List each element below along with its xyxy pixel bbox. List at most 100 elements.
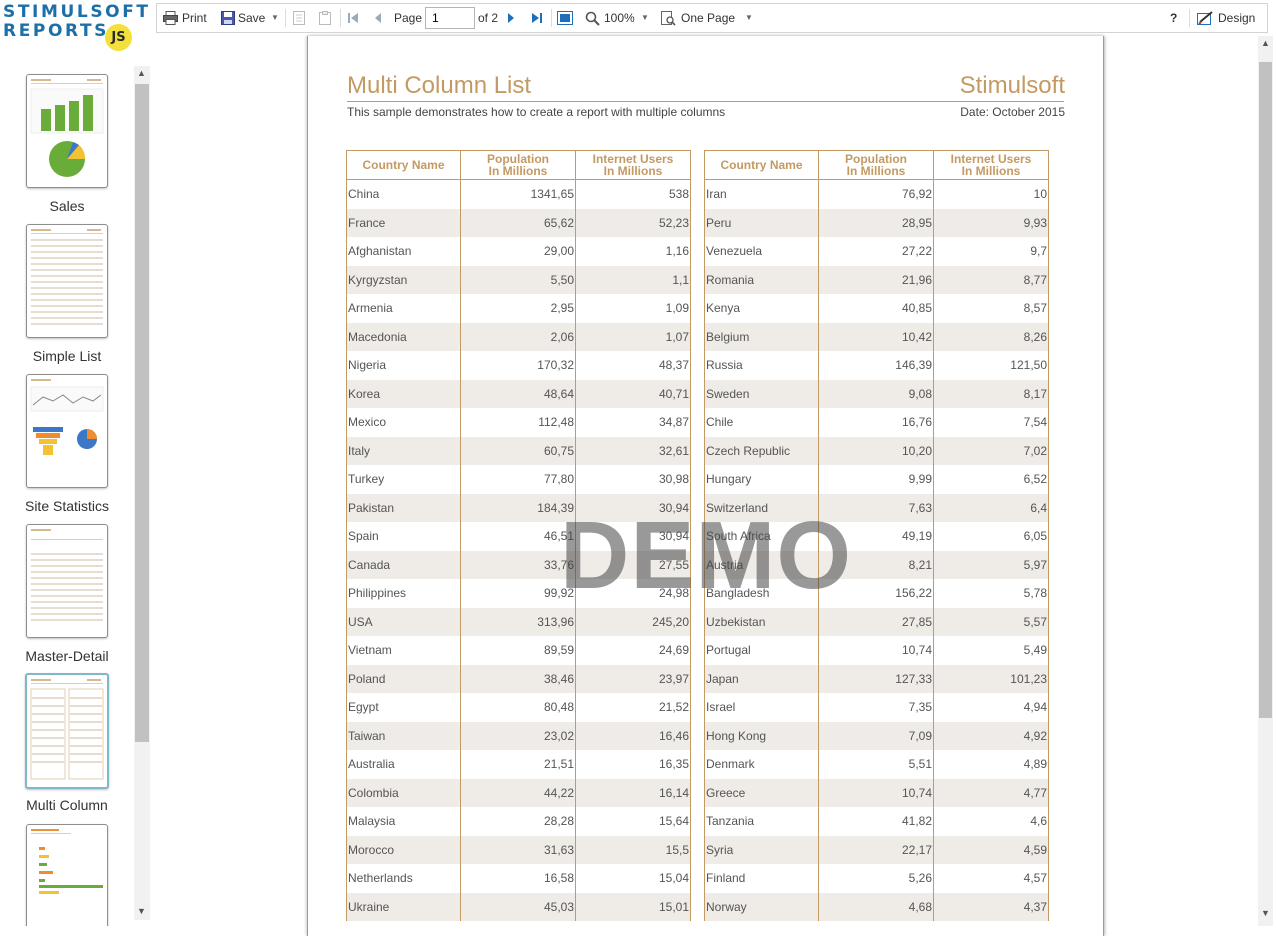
scroll-up-icon[interactable]: ▲ — [137, 68, 146, 78]
first-page-icon — [348, 13, 358, 23]
table-row: Hong Kong 7,09 4,92 — [704, 721, 1049, 750]
sidebar-item-label: Sales — [49, 198, 85, 214]
internet-users-cell: 16,35 — [575, 750, 691, 779]
page-number-input[interactable] — [425, 7, 475, 29]
print-button[interactable]: Print — [163, 4, 211, 32]
report-scrollbar[interactable]: ▲ ▼ — [1258, 36, 1273, 926]
internet-users-cell: 4,6 — [933, 807, 1049, 836]
internet-users-cell: 6,05 — [933, 522, 1049, 551]
table-row: Italy 60,75 32,61 — [346, 436, 691, 465]
country-cell: Macedonia — [346, 322, 461, 351]
internet-users-cell: 5,78 — [933, 579, 1049, 608]
country-cell: USA — [346, 607, 461, 636]
report-scrollbar-thumb[interactable] — [1259, 62, 1272, 718]
population-cell: 40,85 — [818, 294, 934, 323]
internet-users-cell: 27,55 — [575, 550, 691, 579]
population-cell: 28,28 — [460, 807, 576, 836]
table-row: Korea 48,64 40,71 — [346, 379, 691, 408]
country-cell: Russia — [704, 351, 819, 380]
site-statistics-thumbnail-icon — [26, 374, 108, 488]
scroll-up-icon[interactable]: ▲ — [1261, 38, 1270, 48]
population-cell: 38,46 — [460, 664, 576, 693]
bookmarks-button[interactable] — [319, 4, 335, 32]
population-cell: 2,06 — [460, 322, 576, 351]
population-cell: 76,92 — [818, 179, 934, 209]
scroll-down-icon[interactable]: ▼ — [137, 906, 146, 916]
page-count: of 2 — [478, 11, 499, 25]
table-row: China 1341,65 538 — [346, 179, 691, 209]
master-detail-thumbnail-icon — [26, 524, 108, 638]
column-header-population: Population In Millions — [460, 150, 576, 180]
population-cell: 7,09 — [818, 721, 934, 750]
zoom-button[interactable]: 100% ▼ — [585, 4, 649, 32]
table-row: Tanzania 41,82 4,6 — [704, 807, 1049, 836]
save-button[interactable]: Save ▼ — [221, 4, 281, 32]
internet-users-cell: 7,54 — [933, 408, 1049, 437]
table-row: Peru 28,95 9,93 — [704, 208, 1049, 237]
internet-users-cell: 8,26 — [933, 322, 1049, 351]
table-row: Colombia 44,22 16,14 — [346, 778, 691, 807]
scroll-down-icon[interactable]: ▼ — [1261, 908, 1270, 918]
population-cell: 27,22 — [818, 237, 934, 266]
population-cell: 65,62 — [460, 208, 576, 237]
country-cell: Hungary — [704, 465, 819, 494]
internet-users-cell: 9,93 — [933, 208, 1049, 237]
country-cell: Chile — [704, 408, 819, 437]
internet-users-cell: 1,16 — [575, 237, 691, 266]
table-row: Uzbekistan 27,85 5,57 — [704, 607, 1049, 636]
population-cell: 10,74 — [818, 636, 934, 665]
internet-users-cell: 24,98 — [575, 579, 691, 608]
internet-users-cell: 1,1 — [575, 265, 691, 294]
sales-thumbnail-icon — [26, 74, 108, 188]
population-cell: 9,99 — [818, 465, 934, 494]
next-page-button[interactable] — [506, 4, 520, 32]
parameters-button[interactable] — [293, 4, 309, 32]
population-cell: 22,17 — [818, 835, 934, 864]
internet-users-cell: 15,04 — [575, 864, 691, 893]
table-row: Afghanistan 29,00 1,16 — [346, 237, 691, 266]
population-cell: 46,51 — [460, 522, 576, 551]
table-row: Poland 38,46 23,97 — [346, 664, 691, 693]
table-row: USA 313,96 245,20 — [346, 607, 691, 636]
table-row: Norway 4,68 4,37 — [704, 892, 1049, 921]
population-cell: 184,39 — [460, 493, 576, 522]
help-button[interactable]: ? — [1170, 4, 1177, 32]
report-brand: Stimulsoft — [959, 72, 1065, 99]
view-mode-button[interactable]: One Page ▼ — [661, 4, 753, 32]
country-cell: Syria — [704, 835, 819, 864]
table-row: Taiwan 23,02 16,46 — [346, 721, 691, 750]
chevron-down-icon: ▼ — [641, 13, 649, 22]
country-cell: Philippines — [346, 579, 461, 608]
sidebar-scrollbar[interactable]: ▲ ▼ — [134, 66, 150, 920]
full-screen-button[interactable] — [557, 4, 573, 32]
first-page-button[interactable] — [347, 4, 361, 32]
country-cell: Kenya — [704, 294, 819, 323]
population-cell: 33,76 — [460, 550, 576, 579]
internet-users-cell: 4,59 — [933, 835, 1049, 864]
table-row: Canada 33,76 27,55 — [346, 550, 691, 579]
population-cell: 31,63 — [460, 835, 576, 864]
table-row: Malaysia 28,28 15,64 — [346, 807, 691, 836]
logo-line-1: STIMULSOFT — [3, 2, 151, 22]
internet-users-cell: 32,61 — [575, 436, 691, 465]
design-button[interactable]: Design — [1197, 4, 1261, 32]
country-cell: China — [346, 179, 461, 209]
population-cell: 21,96 — [818, 265, 934, 294]
table-row: Denmark 5,51 4,89 — [704, 750, 1049, 779]
sidebar-scrollbar-thumb[interactable] — [135, 84, 149, 742]
country-cell: Iran — [704, 179, 819, 209]
column-header-internet-users: Internet Users In Millions — [575, 150, 691, 180]
table-row: Australia 21,51 16,35 — [346, 750, 691, 779]
table-row: Vietnam 89,59 24,69 — [346, 636, 691, 665]
internet-users-cell: 21,52 — [575, 693, 691, 722]
population-cell: 10,74 — [818, 778, 934, 807]
internet-users-cell: 101,23 — [933, 664, 1049, 693]
previous-page-button[interactable] — [373, 4, 387, 32]
internet-users-cell: 24,69 — [575, 636, 691, 665]
table-row: Ukraine 45,03 15,01 — [346, 892, 691, 921]
internet-users-cell: 8,57 — [933, 294, 1049, 323]
country-cell: Greece — [704, 778, 819, 807]
population-cell: 10,42 — [818, 322, 934, 351]
toolbar-divider — [1189, 9, 1190, 27]
last-page-button[interactable] — [531, 4, 545, 32]
